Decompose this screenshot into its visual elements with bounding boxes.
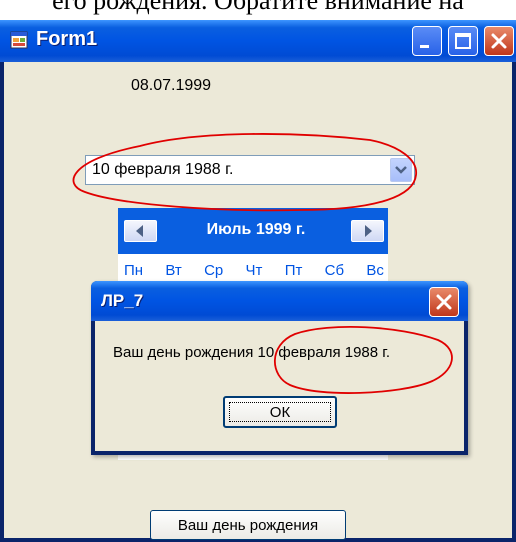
window-titlebar[interactable]: Form1 xyxy=(0,20,516,62)
window-title: Form1 xyxy=(36,28,98,50)
message-dialog: ЛР_7 Ваш день рождения 10 февраля 1988 г… xyxy=(91,281,468,455)
form-app-icon xyxy=(10,31,28,49)
close-icon xyxy=(436,294,452,310)
chevron-down-icon xyxy=(395,166,407,174)
close-button[interactable] xyxy=(484,26,514,56)
dialog-close-button[interactable] xyxy=(429,287,459,317)
calendar-month-title[interactable]: Июль 1999 г. xyxy=(166,221,346,239)
day-name: Пт xyxy=(284,262,303,279)
minimize-button[interactable] xyxy=(412,26,442,56)
calendar-header: Июль 1999 г. xyxy=(118,208,388,254)
maximize-icon xyxy=(455,33,471,49)
day-name: Вс xyxy=(366,262,384,279)
day-name: Пн xyxy=(124,262,144,279)
selected-date-label: 08.07.1999 xyxy=(131,77,212,94)
calendar-day-names: Пн Вт Ср Чт Пт Сб Вс xyxy=(124,262,384,279)
birthdate-picker[interactable]: 10 февраля 1988 г. xyxy=(85,155,415,185)
birthdate-picker-value: 10 февраля 1988 г. xyxy=(92,161,234,178)
minimize-icon xyxy=(420,45,429,48)
birthday-button[interactable]: Ваш день рождения xyxy=(150,510,346,540)
dialog-titlebar[interactable]: ЛР_7 xyxy=(91,281,468,321)
picker-dropdown-button[interactable] xyxy=(390,158,412,182)
close-icon xyxy=(491,33,507,49)
maximize-button[interactable] xyxy=(448,26,478,56)
day-name: Сб xyxy=(324,262,345,279)
arrow-right-icon xyxy=(365,225,372,237)
dialog-body: Ваш день рождения 10 февраля 1988 г. ОК xyxy=(95,321,464,451)
day-name: Чт xyxy=(245,262,263,279)
document-caption: его рождения. Обратите внимание на xyxy=(52,0,464,15)
calendar-prev-button[interactable] xyxy=(124,220,157,242)
dialog-message: Ваш день рождения 10 февраля 1988 г. xyxy=(113,344,391,361)
day-name: Ср xyxy=(204,262,224,279)
dialog-title: ЛР_7 xyxy=(101,291,144,310)
arrow-left-icon xyxy=(136,225,143,237)
calendar-next-button[interactable] xyxy=(351,220,384,242)
ok-button[interactable]: ОК xyxy=(223,396,337,428)
ok-focus-rect xyxy=(229,402,331,422)
day-name: Вт xyxy=(165,262,182,279)
